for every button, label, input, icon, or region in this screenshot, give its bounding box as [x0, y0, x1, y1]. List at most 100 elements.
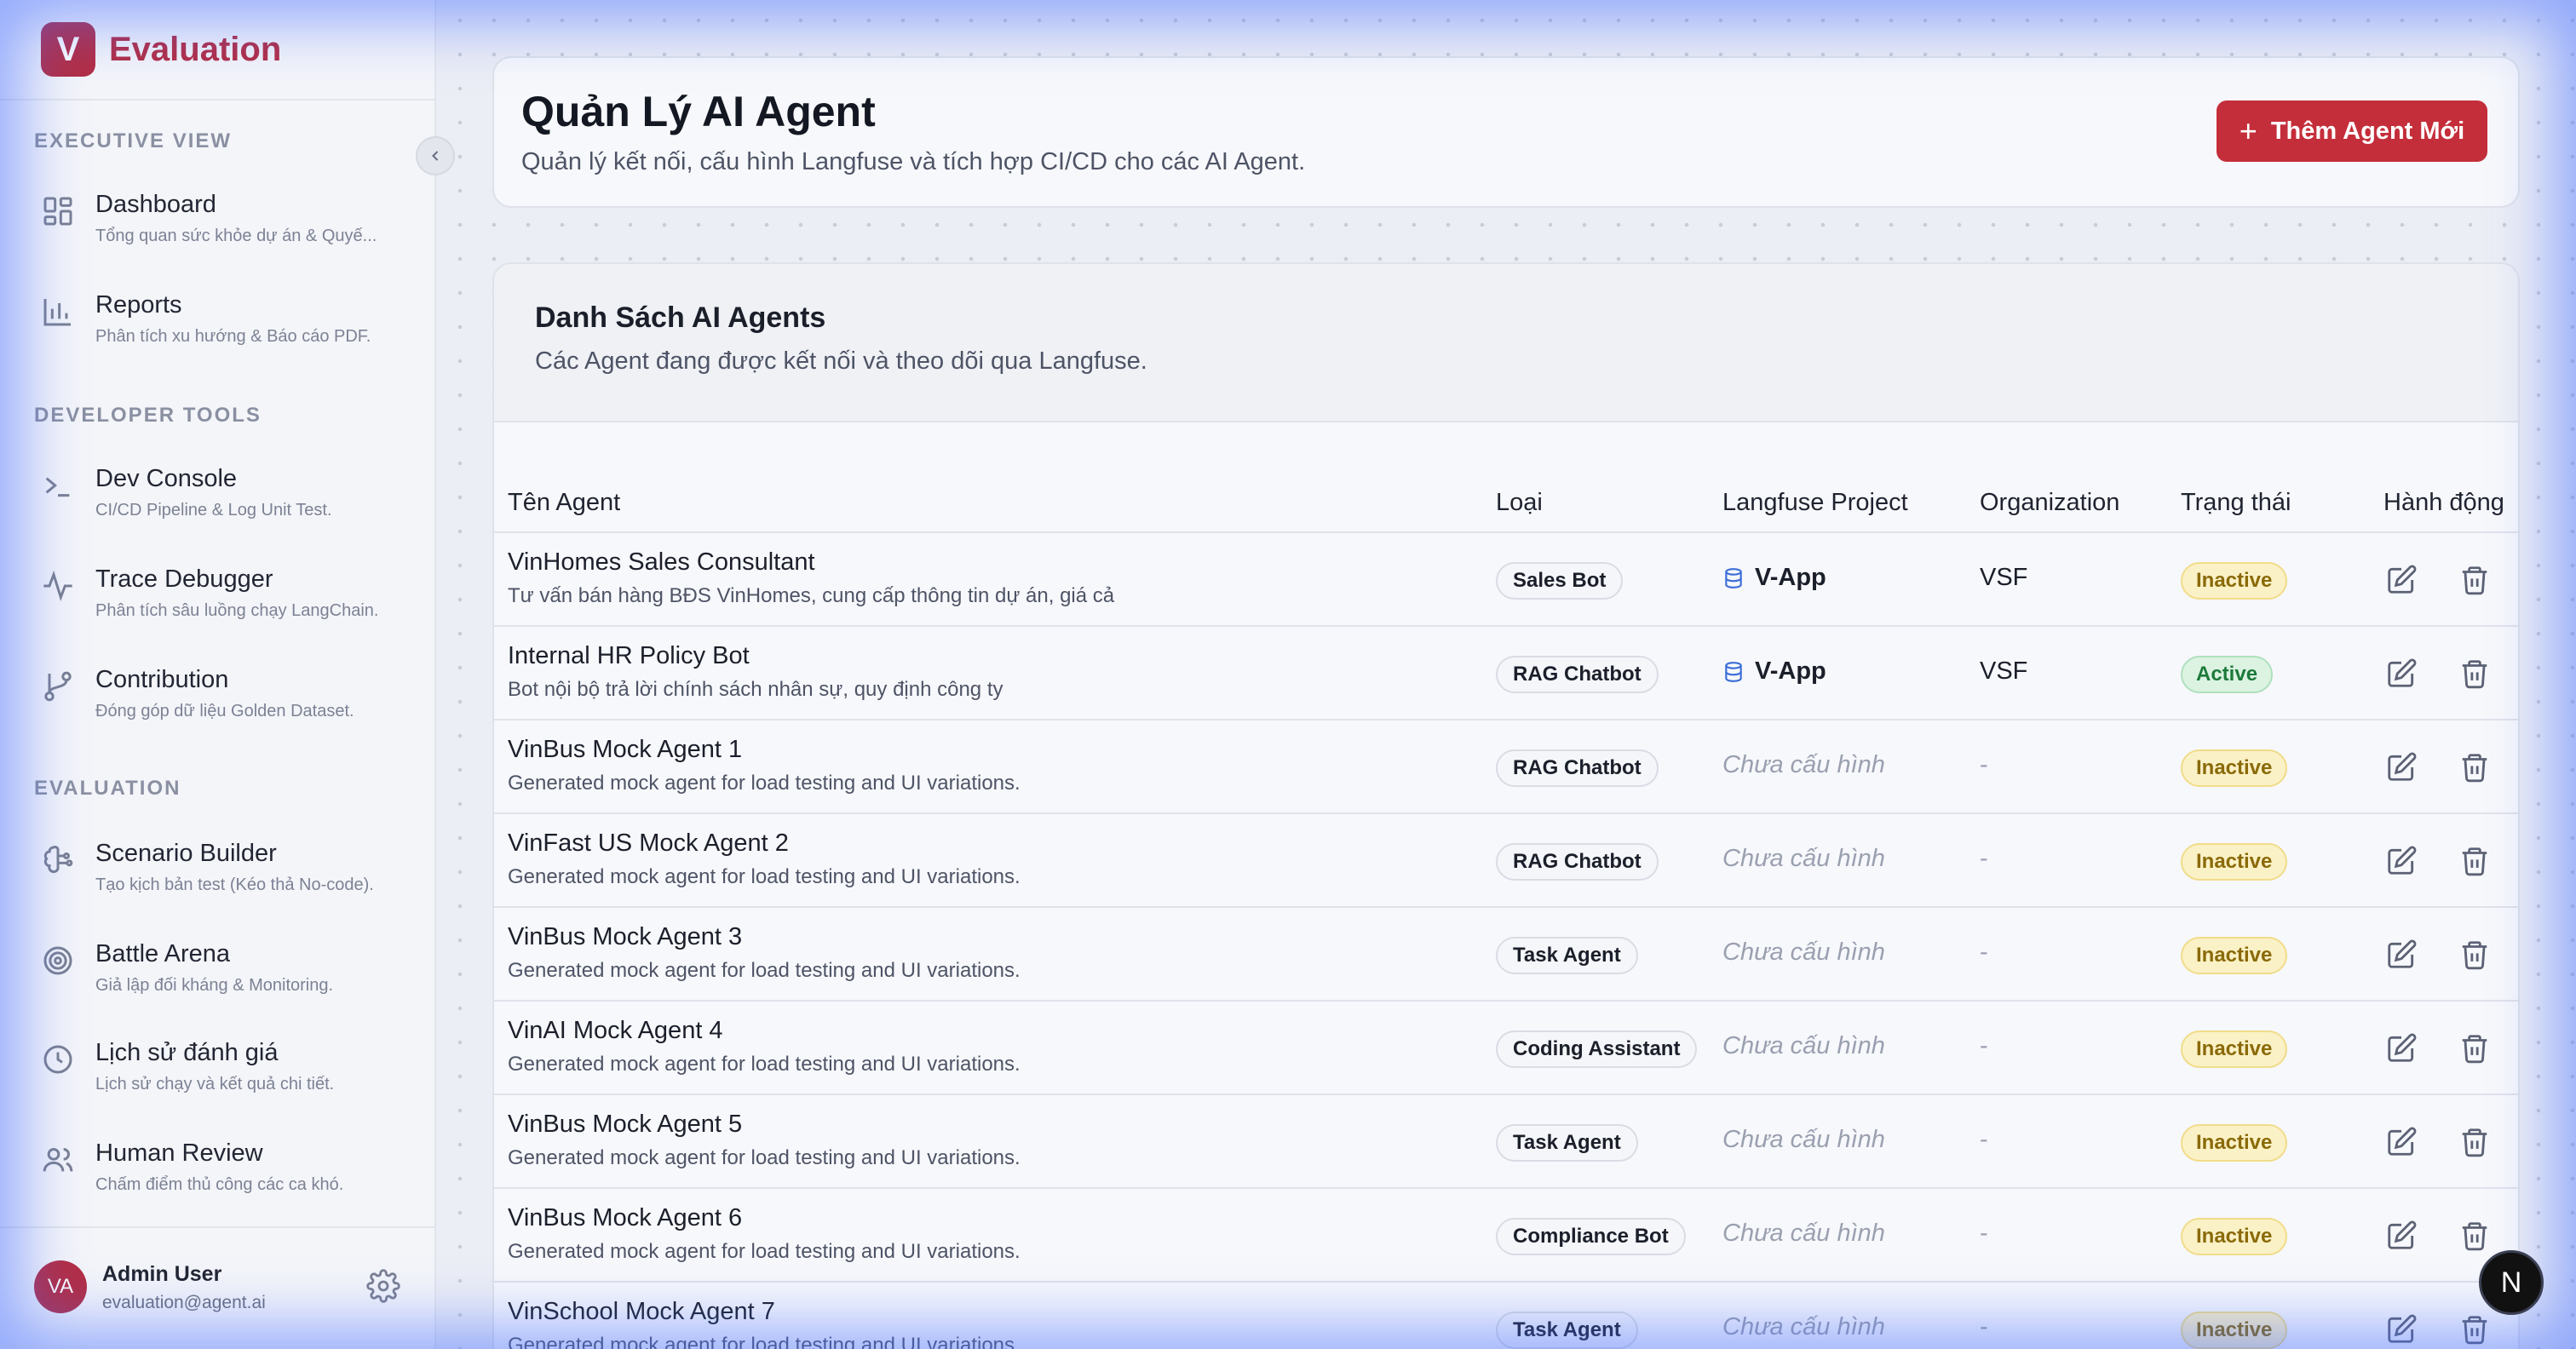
page-subtitle: Quản lý kết nối, cấu hình Langfuse và tí… [521, 148, 1306, 175]
status-badge: Inactive [2181, 1218, 2288, 1255]
agent-list-subtitle: Các Agent đang được kết nối và theo dõi … [535, 347, 1147, 375]
agent-description: Generated mock agent for load testing an… [508, 1240, 1021, 1263]
table-header-row: Tên Agent Loại Langfuse Project Organiza… [494, 422, 2518, 533]
trash-icon[interactable] [2458, 1220, 2491, 1252]
trash-icon[interactable] [2458, 751, 2491, 784]
edit-icon[interactable] [2385, 1032, 2418, 1065]
agent-name: Internal HR Policy Bot [508, 642, 750, 669]
section-title-executive: EXECUTIVE VIEW [34, 129, 233, 152]
agent-name: VinFast US Mock Agent 2 [508, 829, 789, 857]
organization: - [1980, 1313, 1988, 1340]
table-row[interactable]: VinAI Mock Agent 4 Generated mock agent f… [494, 1002, 2518, 1095]
trash-icon[interactable] [2458, 1126, 2491, 1158]
edit-icon[interactable] [2385, 751, 2418, 784]
chevron-left-icon [432, 151, 439, 161]
col-header-status[interactable]: Trạng thái [2181, 489, 2291, 517]
sidebar-item-dashboard[interactable]: Dashboard Tổng quan sức khỏe dự án & Quy… [34, 186, 409, 271]
organization: - [1980, 1032, 1988, 1059]
add-agent-label: Thêm Agent Mới [2270, 117, 2465, 145]
langfuse-project-unconfigured: Chưa cấu hình [1722, 845, 1885, 872]
database-icon [1725, 661, 1742, 682]
sidebar-item-battle-arena[interactable]: Battle Arena Giả lập đối kháng & Monitor… [34, 935, 409, 1020]
col-header-actions: Hành động [2383, 489, 2504, 516]
organization: - [1980, 1126, 1988, 1153]
sidebar-item-trace-debugger[interactable]: Trace Debugger Phân tích sâu luồng chạy … [34, 560, 409, 646]
langfuse-project-name: V-App [1755, 564, 1826, 591]
table-row[interactable]: VinBus Mock Agent 1 Generated mock agent … [494, 720, 2518, 814]
sidebar-item-reports[interactable]: Reports Phân tích xu hướng & Báo cáo PDF… [34, 286, 409, 371]
page-title: Quản Lý AI Agent [521, 88, 876, 135]
organization: - [1980, 939, 1988, 966]
status-badge: Inactive [2181, 1312, 2288, 1349]
bar-chart-icon [43, 299, 71, 326]
trash-icon[interactable] [2458, 657, 2491, 690]
activity-icon [43, 571, 72, 601]
trash-icon[interactable] [2458, 564, 2491, 596]
brain-icon [43, 846, 73, 874]
sidebar-collapse-button[interactable] [416, 136, 455, 175]
avatar: VA [34, 1260, 87, 1313]
trash-icon[interactable] [2458, 1032, 2491, 1065]
brand[interactable]: V Evaluation [0, 0, 434, 100]
col-header-name[interactable]: Tên Agent [508, 489, 620, 517]
organization: VSF [1980, 657, 2028, 685]
langfuse-project: V-App [1722, 564, 1826, 592]
table-row[interactable]: VinBus Mock Agent 6 Generated mock agent … [494, 1189, 2518, 1283]
table-row[interactable]: VinHomes Sales Consultant Tư vấn bán hàng… [494, 533, 2518, 627]
agent-table: Tên Agent Loại Langfuse Project Organiza… [494, 422, 2518, 1349]
table-row[interactable]: Internal HR Policy Bot Bot nội bộ trả lời… [494, 627, 2518, 720]
status-badge: Inactive [2181, 843, 2288, 881]
trash-icon[interactable] [2458, 939, 2491, 971]
section-title-developer: DEVELOPER TOOLS [34, 404, 262, 427]
user-profile[interactable]: VA Admin User evaluation@agent.ai [0, 1226, 434, 1349]
col-header-type[interactable]: Loại [1496, 489, 1543, 517]
terminal-icon [45, 477, 70, 497]
sidebar-item-subtitle: CI/CD Pipeline & Log Unit Test. [95, 501, 332, 520]
sidebar-item-title: Trace Debugger [95, 565, 273, 593]
trash-icon[interactable] [2458, 1313, 2491, 1346]
table-row[interactable]: VinFast US Mock Agent 2 Generated mock ag… [494, 814, 2518, 908]
sidebar-item-subtitle: Đóng góp dữ liệu Golden Dataset. [95, 702, 354, 720]
status-badge: Inactive [2181, 1124, 2288, 1162]
edit-icon[interactable] [2385, 1126, 2418, 1158]
edit-icon[interactable] [2385, 657, 2418, 690]
sidebar-item-subtitle: Tạo kịch bản test (Kéo thả No-code). [95, 875, 374, 894]
organization: VSF [1980, 564, 2028, 591]
sidebar-item-title: Contribution [95, 666, 229, 693]
edit-icon[interactable] [2385, 1313, 2418, 1346]
status-badge: Inactive [2181, 1030, 2288, 1068]
sidebar-item-subtitle: Tổng quan sức khỏe dự án & Quyế... [95, 227, 377, 245]
table-row[interactable]: VinSchool Mock Agent 7 Generated mock age… [494, 1283, 2518, 1349]
sidebar-item-scenario-builder[interactable]: Scenario Builder Tạo kịch bản test (Kéo … [34, 835, 409, 920]
sidebar-item-history[interactable]: Lịch sử đánh giá Lịch sử chạy và kết quả… [34, 1034, 409, 1119]
col-header-organization[interactable]: Organization [1980, 489, 2119, 517]
sidebar-item-title: Battle Arena [95, 940, 230, 967]
table-row[interactable]: VinBus Mock Agent 3 Generated mock agent … [494, 908, 2518, 1002]
agent-name: VinSchool Mock Agent 7 [508, 1298, 775, 1325]
col-header-project[interactable]: Langfuse Project [1722, 489, 1908, 517]
user-name: Admin User [102, 1262, 222, 1286]
dashboard-icon [43, 197, 72, 226]
agent-name: VinBus Mock Agent 1 [508, 736, 743, 763]
agent-description: Generated mock agent for load testing an… [508, 1053, 1021, 1076]
edit-icon[interactable] [2385, 1220, 2418, 1252]
edit-icon[interactable] [2385, 845, 2418, 877]
sidebar-item-human-review[interactable]: Human Review Chấm điểm thủ công các ca k… [34, 1134, 409, 1220]
add-agent-button[interactable]: + Thêm Agent Mới [2217, 100, 2487, 162]
sidebar-item-contribution[interactable]: Contribution Đóng góp dữ liệu Golden Dat… [34, 661, 409, 746]
sidebar-item-title: Reports [95, 291, 182, 319]
edit-icon[interactable] [2385, 939, 2418, 971]
langfuse-project-unconfigured: Chưa cấu hình [1722, 1126, 1885, 1153]
langfuse-project-unconfigured: Chưa cấu hình [1722, 751, 1885, 778]
edit-icon[interactable] [2385, 564, 2418, 596]
trash-icon[interactable] [2458, 845, 2491, 877]
sidebar-item-dev-console[interactable]: Dev Console CI/CD Pipeline & Log Unit Te… [34, 460, 409, 545]
git-branch-icon [44, 671, 72, 702]
status-badge: Active [2181, 656, 2274, 693]
organization: - [1980, 1220, 1988, 1247]
status-badge: Inactive [2181, 937, 2288, 974]
gear-icon[interactable] [366, 1269, 400, 1303]
agent-name: VinBus Mock Agent 5 [508, 1111, 743, 1138]
table-row[interactable]: VinBus Mock Agent 5 Generated mock agent … [494, 1095, 2518, 1189]
dev-indicator-button[interactable]: N [2479, 1250, 2544, 1315]
